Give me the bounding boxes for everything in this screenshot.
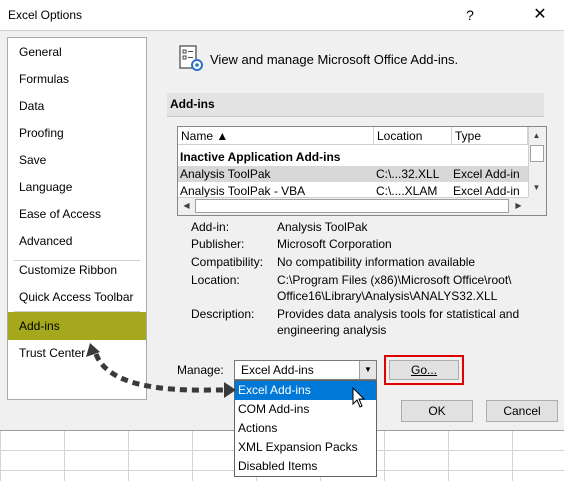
scroll-thumb[interactable]: [195, 199, 509, 213]
compatibility-label: Compatibility:: [191, 255, 264, 269]
nav-item-language[interactable]: Language: [8, 174, 146, 201]
row-type: Excel Add-in: [453, 167, 520, 181]
go-button-label: Go...: [410, 363, 437, 377]
nav-item-proofing[interactable]: Proofing: [8, 120, 146, 147]
nav-item-advanced[interactable]: Advanced: [8, 228, 146, 255]
dropdown-option-actions[interactable]: Actions: [235, 419, 376, 438]
nav-item-data[interactable]: Data: [8, 93, 146, 120]
publisher-label: Publisher:: [191, 237, 245, 251]
group-label: Inactive Application Add-ins: [180, 150, 341, 164]
manage-select-value: Excel Add-ins: [241, 363, 314, 377]
column-header-location[interactable]: Location: [374, 127, 452, 145]
location-label: Location:: [191, 273, 240, 287]
close-button[interactable]: ✕: [526, 4, 554, 26]
row-name: Analysis ToolPak: [180, 167, 271, 181]
section-title: Add-ins: [170, 97, 215, 111]
publisher-value: Microsoft Corporation: [277, 237, 392, 251]
nav-item-general[interactable]: General: [8, 39, 146, 66]
row-location: C:\...32.XLL: [376, 167, 440, 181]
column-header-type[interactable]: Type: [452, 127, 528, 145]
description-value-line1: Provides data analysis tools for statist…: [277, 307, 520, 321]
ok-button[interactable]: OK: [401, 400, 473, 422]
scroll-left-icon[interactable]: ◀: [179, 198, 194, 213]
scroll-corner: [528, 197, 546, 215]
nav-item-add-ins[interactable]: Add-ins: [8, 312, 146, 340]
column-header-name[interactable]: Name ▲: [178, 127, 374, 145]
manage-label: Manage:: [177, 363, 224, 377]
help-button[interactable]: ?: [456, 4, 484, 26]
scroll-right-icon[interactable]: ▶: [511, 198, 526, 213]
table-row[interactable]: Analysis ToolPak C:\...32.XLL Excel Add-…: [178, 166, 528, 182]
nav-item-ease-of-access[interactable]: Ease of Access: [8, 201, 146, 228]
description-value-line2: engineering analysis: [277, 323, 387, 337]
nav-item-trust-center[interactable]: Trust Center: [8, 340, 146, 367]
addins-manage-icon: [177, 44, 207, 74]
vertical-scrollbar[interactable]: ▲ ▼: [528, 127, 546, 197]
options-nav: General Formulas Data Proofing Save Lang…: [7, 37, 147, 400]
description-label: Description:: [191, 307, 255, 321]
scroll-up-icon[interactable]: ▲: [529, 128, 544, 143]
location-value-line2: Office16\Library\Analysis\ANALYS32.XLL: [277, 289, 498, 303]
dropdown-option-xml-expansion-packs[interactable]: XML Expansion Packs: [235, 438, 376, 457]
go-button[interactable]: Go...: [389, 360, 459, 380]
cancel-button[interactable]: Cancel: [486, 400, 558, 422]
horizontal-scrollbar[interactable]: ◀ ▶: [178, 197, 528, 215]
nav-item-quick-access-toolbar[interactable]: Quick Access Toolbar: [8, 284, 146, 311]
page-header: View and manage Microsoft Office Add-ins…: [210, 52, 459, 67]
nav-item-formulas[interactable]: Formulas: [8, 66, 146, 93]
chevron-down-icon[interactable]: ▼: [359, 361, 376, 379]
group-label-row: Inactive Application Add-ins: [178, 149, 528, 165]
location-value-line1: C:\Program Files (x86)\Microsoft Office\…: [277, 273, 512, 287]
window-title: Excel Options: [8, 8, 83, 22]
addins-table: Name ▲ Location Type Inactive Applicatio…: [177, 126, 547, 216]
scroll-down-icon[interactable]: ▼: [529, 180, 544, 195]
scroll-thumb[interactable]: [530, 145, 544, 162]
nav-item-save[interactable]: Save: [8, 147, 146, 174]
nav-item-customize-ribbon[interactable]: Customize Ribbon: [8, 257, 146, 284]
manage-select[interactable]: Excel Add-ins ▼: [234, 360, 377, 380]
compatibility-value: No compatibility information available: [277, 255, 476, 269]
addin-label: Add-in:: [191, 220, 230, 234]
section-header: Add-ins: [167, 93, 544, 117]
mouse-cursor-icon: [352, 387, 366, 408]
dropdown-option-disabled-items[interactable]: Disabled Items: [235, 457, 376, 476]
addin-value: Analysis ToolPak: [277, 220, 368, 234]
